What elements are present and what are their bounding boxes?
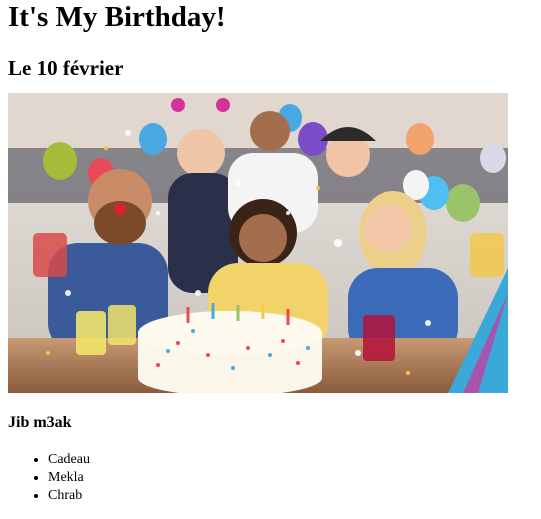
list-item: Cadeau <box>48 451 533 469</box>
items-list: Cadeau Mekla Chrab <box>8 451 533 505</box>
party-photo <box>8 93 508 393</box>
page-title: It's My Birthday! <box>8 1 226 33</box>
date-heading: Le 10 février <box>8 56 124 80</box>
section-heading: Jib m3ak <box>8 414 72 431</box>
page-content: It's My Birthday! Le 10 février Jib m3ak… <box>0 0 541 505</box>
list-item: Mekla <box>48 469 533 487</box>
list-item: Chrab <box>48 487 533 505</box>
